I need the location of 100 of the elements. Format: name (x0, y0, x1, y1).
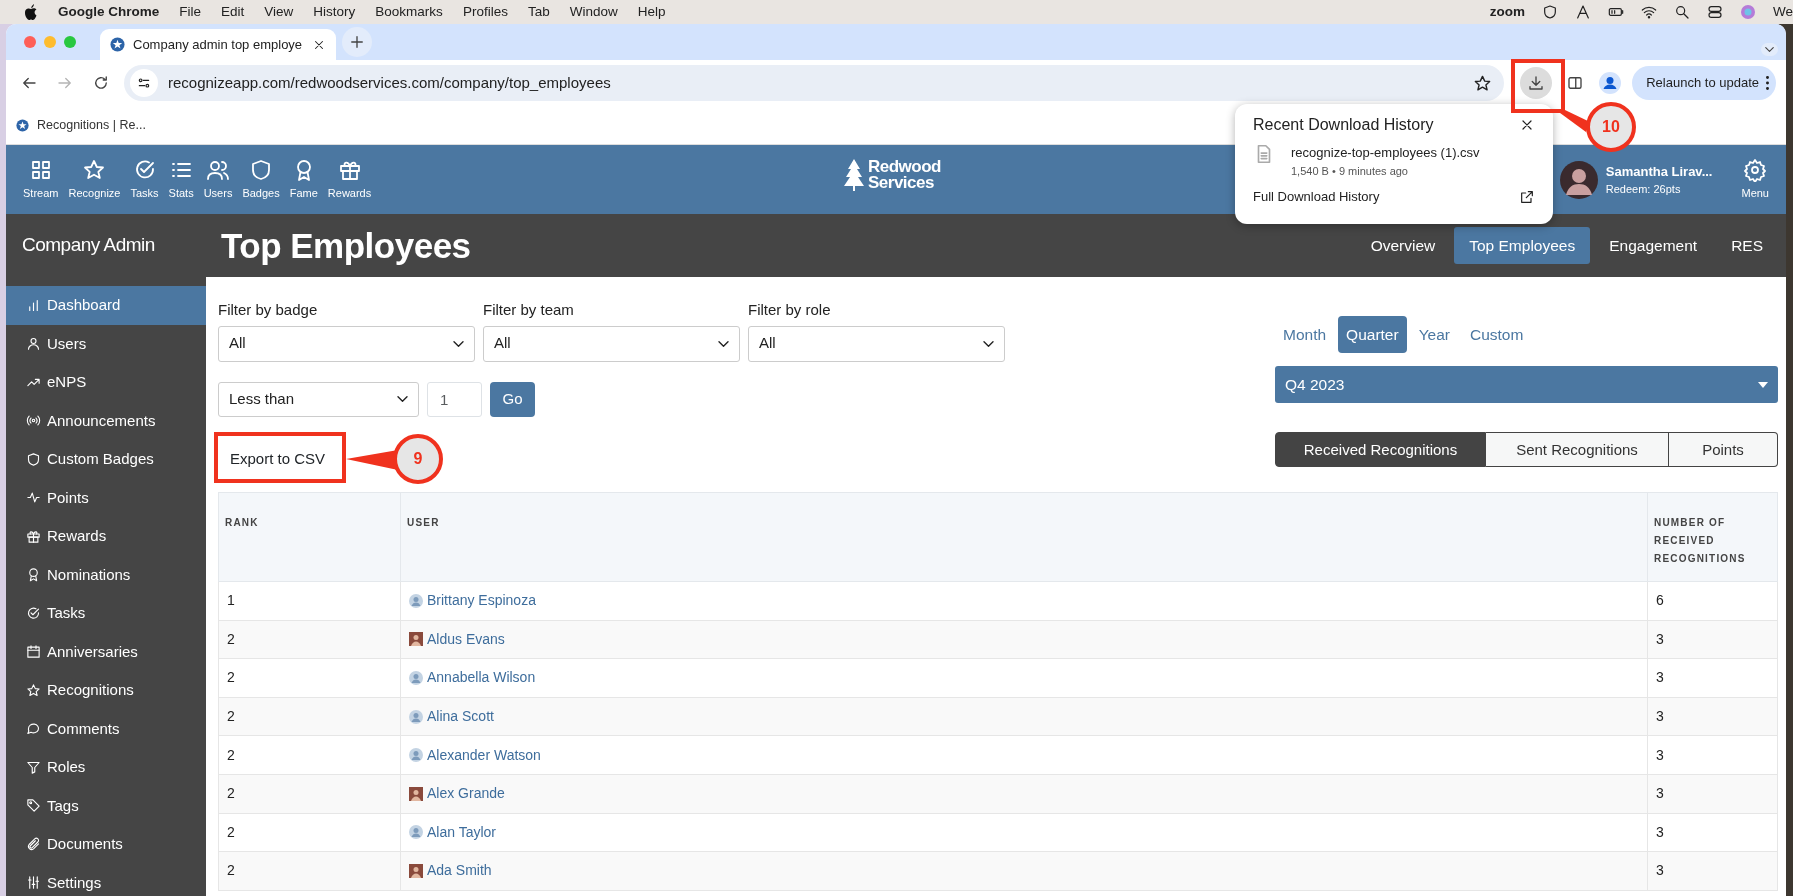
sidebar-item[interactable]: Comments (6, 709, 206, 748)
sidebar-item[interactable]: Dashboard (6, 286, 206, 325)
download-button[interactable] (1520, 67, 1553, 99)
menu-item[interactable]: Tab (527, 1, 550, 23)
table-cell: 3 (1647, 697, 1778, 736)
period-tab[interactable]: Year (1410, 316, 1458, 354)
caret-icon (1758, 381, 1768, 388)
sidebar-item[interactable]: Documents (6, 825, 206, 864)
table-cell: 3 (1647, 620, 1778, 659)
user-link[interactable]: Brittany Espinoza (427, 590, 536, 612)
menu-item[interactable]: Help (637, 1, 666, 23)
menu-item[interactable]: History (313, 1, 356, 23)
tab[interactable]: Top Employees (1454, 226, 1591, 265)
avatar (409, 863, 423, 878)
speech-bubble-icon (26, 721, 41, 737)
menu-item[interactable]: Profiles (462, 1, 508, 23)
menu-item[interactable]: View (264, 1, 294, 23)
user-link[interactable]: Alexander Watson (427, 744, 541, 766)
user-link[interactable]: Aldus Evans (427, 628, 505, 650)
period-dropdown[interactable]: Q4 2023 (1275, 366, 1778, 404)
calendar-icon (26, 644, 41, 660)
tag-icon (26, 798, 41, 814)
bookmark[interactable]: Recognitions | Re... (16, 115, 146, 135)
period-tab[interactable]: Quarter (1338, 316, 1407, 354)
relaunch-button[interactable]: Relaunch to update (1632, 66, 1776, 100)
tree-icon (844, 159, 864, 191)
export-button[interactable]: Export to CSV (220, 441, 336, 476)
menu-item[interactable]: File (179, 1, 202, 23)
apple-logo[interactable] (24, 4, 38, 20)
sidebar-item[interactable]: Settings (6, 863, 206, 896)
profile-icon[interactable] (1598, 71, 1623, 95)
go-button[interactable]: Go (490, 381, 535, 417)
user-link[interactable]: Ada Smith (427, 860, 492, 882)
number-field[interactable]: 1 (427, 381, 482, 417)
sidebar-item[interactable]: eNPS (6, 363, 206, 402)
user-name[interactable]: Samantha Lirav... (1605, 161, 1713, 181)
sidebar-item[interactable]: Users (6, 324, 206, 363)
history-link[interactable]: Full Download History (1253, 187, 1380, 207)
nav-link[interactable]: Fame (284, 157, 323, 202)
filter-dropdown[interactable]: All (218, 325, 475, 362)
toggle-icon[interactable] (1707, 4, 1723, 20)
sidebar-item[interactable]: Points (6, 478, 206, 517)
nav-link[interactable]: Stats (163, 157, 199, 202)
menu-item[interactable]: Bookmarks (375, 1, 443, 23)
menu-item[interactable]: Window (569, 1, 618, 23)
user-icon (409, 593, 423, 608)
app-menu[interactable]: Google Chrome (58, 1, 160, 23)
user-link[interactable]: Alan Taylor (427, 821, 496, 843)
sidebar-item[interactable]: Custom Badges (6, 440, 206, 479)
sliders-icon[interactable] (136, 75, 152, 91)
nav-link[interactable]: Tasks (125, 157, 164, 202)
wifi-icon[interactable] (1641, 4, 1657, 20)
sidebar-item[interactable]: Anniversaries (6, 632, 206, 671)
segment-tab[interactable]: Sent Recognitions (1486, 432, 1669, 468)
shield-icon[interactable] (1542, 4, 1558, 20)
nav-link[interactable]: Badges (237, 157, 285, 202)
menu-item[interactable]: Edit (221, 1, 245, 23)
user-link[interactable]: Alex Grande (427, 783, 505, 805)
sidebar-item[interactable]: Rewards (6, 517, 206, 556)
nav-link[interactable]: Stream (18, 157, 64, 202)
tab[interactable]: Engagement (1594, 226, 1713, 265)
filter-dropdown[interactable]: All (483, 325, 740, 362)
sidebar-item[interactable]: Recognitions (6, 671, 206, 710)
chevron-down-icon (1765, 47, 1774, 52)
user-link[interactable]: Annabella Wilson (427, 667, 536, 689)
search-icon[interactable] (1674, 4, 1690, 20)
sidebar-item[interactable]: Tags (6, 786, 206, 825)
browser-tab[interactable]: Company admin top employe (100, 29, 336, 60)
tab[interactable]: RES (1716, 226, 1778, 265)
file-name[interactable]: recognize-top-employees (1).csv (1291, 143, 1480, 163)
letter-a-shape-icon[interactable] (1575, 4, 1591, 20)
sidebar-item[interactable]: Tasks (6, 594, 206, 633)
new-tab-button[interactable] (342, 27, 372, 57)
sidebar-item[interactable]: Roles (6, 748, 206, 787)
tab-search-button[interactable] (1761, 43, 1778, 56)
avatar[interactable] (1559, 160, 1598, 199)
star-icon[interactable] (1473, 73, 1493, 93)
period-tab[interactable]: Custom (1462, 316, 1532, 354)
filter-dropdown[interactable]: All (748, 325, 1005, 362)
menu-button[interactable]: Menu (1736, 157, 1774, 202)
operator-dropdown[interactable]: Less than (218, 381, 419, 417)
chevron-down-icon (453, 340, 464, 347)
section-title: Company Admin (21, 233, 156, 258)
logo-text: Redwood Services (868, 159, 941, 191)
address-bar[interactable]: recognizeapp.com/redwoodservices.com/company/top_employees (124, 65, 1505, 101)
segment-tab[interactable]: Points (1669, 432, 1778, 468)
external-link-icon[interactable] (1519, 188, 1535, 205)
nav-link[interactable]: Rewards (322, 157, 377, 202)
tab[interactable]: Overview (1355, 226, 1451, 265)
column-header: RANK (218, 492, 401, 582)
sidebar-item[interactable]: Nominations (6, 555, 206, 594)
filter-label: Filter by team (483, 300, 575, 320)
period-tab[interactable]: Month (1275, 316, 1335, 354)
sidebar-item[interactable]: Announcements (6, 401, 206, 440)
url-text[interactable]: recognizeapp.com/redwoodservices.com/company/top_employees (168, 71, 1464, 95)
status-text[interactable]: zoom (1489, 1, 1525, 23)
user-link[interactable]: Alina Scott (427, 706, 494, 728)
segment-tab[interactable]: Received Recognitions (1275, 432, 1486, 468)
nav-link[interactable]: Users (198, 157, 238, 202)
nav-link[interactable]: Recognize (63, 157, 126, 202)
